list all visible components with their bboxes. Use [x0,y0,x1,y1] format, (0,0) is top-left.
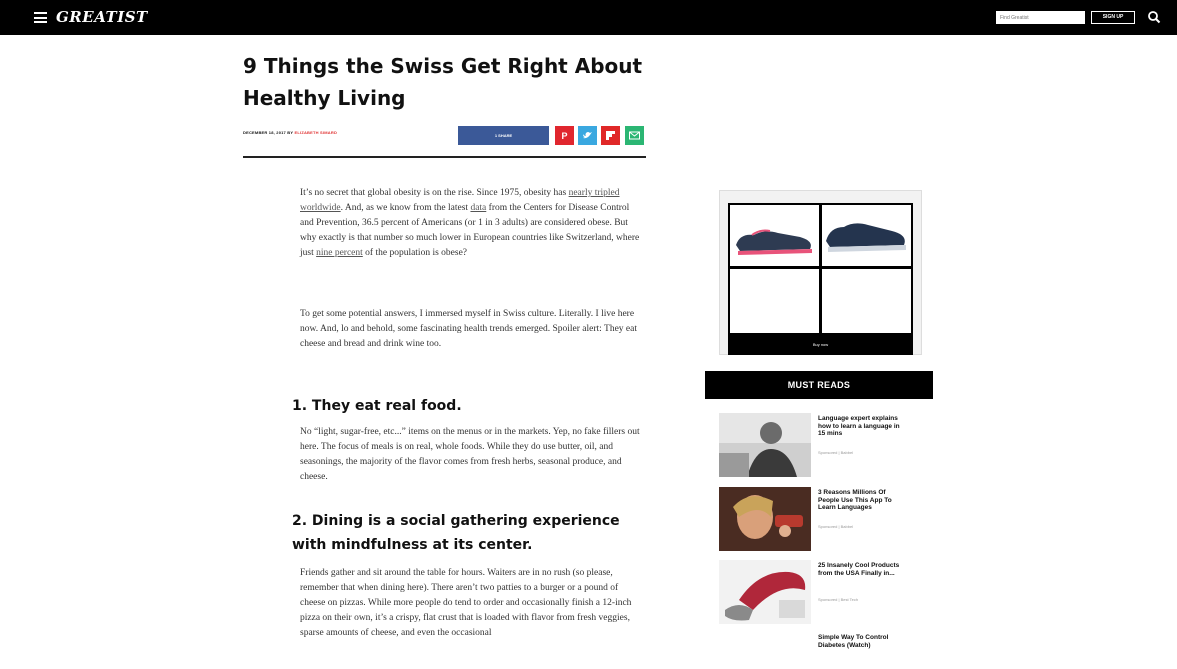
data-link[interactable]: data [470,203,486,213]
article-date: DECEMBER 18, 2017 [243,130,286,135]
must-read-thumbnail [719,560,811,624]
ad-shoe-pink [730,205,819,266]
email-share-button[interactable] [625,126,644,145]
byline-by: BY [287,130,294,135]
must-reads-header: MUST READS [705,371,933,399]
ad-shoe-navy [822,205,911,266]
flipboard-share-button[interactable] [601,126,620,145]
section-body-2: Friends gather and sit around the table … [300,568,632,638]
author-link[interactable]: ELIZABETH SIMARD [295,130,338,135]
must-read-title[interactable]: Simple Way To Control Diabetes (Watch) [818,634,902,649]
must-read-title[interactable]: Language expert explains how to learn a … [818,415,902,438]
top-nav: GREATIST SIGN UP [0,0,1177,35]
ad-footer[interactable]: Buy now [728,336,913,354]
search-input[interactable] [996,11,1085,24]
must-read-sponsor: Sponsored | Best Tech [818,597,859,602]
article-meta: DECEMBER 18, 2017 BY ELIZABETH SIMARD [243,130,337,135]
must-read-item[interactable]: Language expert explains how to learn a … [719,413,933,479]
intro-text-1: It’s no secret that global obesity is on… [300,188,569,198]
nine-percent-link[interactable]: nine percent [316,248,363,258]
must-read-item[interactable]: 25 Insanely Cool Products from the USA F… [719,560,933,626]
article-title: 9 Things the Swiss Get Right About Healt… [243,54,643,110]
pinterest-icon: P [555,126,574,145]
pinterest-share-button[interactable]: P [555,126,574,145]
twitter-share-button[interactable] [578,126,597,145]
signup-button[interactable]: SIGN UP [1091,11,1135,24]
intro-text-2: . And, as we know from the latest [340,203,471,213]
svg-text:P: P [561,131,567,141]
header-divider [243,156,646,158]
intro-text-4: of the population is obese? [362,248,468,258]
must-read-item[interactable]: 3 Reasons Millions Of People Use This Ap… [719,487,933,553]
email-icon [625,126,644,145]
hamburger-menu-icon[interactable] [34,12,47,23]
ad-blank-right [822,269,911,333]
ad-blank-left [730,269,819,333]
must-read-sponsor: Sponsored | Babbel [818,524,854,529]
flipboard-icon [601,126,620,145]
section-heading-2: 2. Dining is a social gathering experien… [292,513,620,553]
section-heading-1: 1. They eat real food. [292,398,462,414]
search-icon[interactable] [1147,10,1161,24]
intro-paragraph: It’s no secret that global obesity is on… [300,186,645,261]
must-read-title[interactable]: 3 Reasons Millions Of People Use This Ap… [818,489,902,512]
second-paragraph: To get some potential answers, I immerse… [300,309,637,349]
site-logo[interactable]: GREATIST [56,8,148,26]
must-read-thumbnail [719,487,811,551]
facebook-share-button[interactable]: 1 SHARE [458,126,549,145]
must-read-thumbnail [719,413,811,477]
shoe-advertisement[interactable]: Buy now [719,190,922,355]
ad-image-grid [728,203,913,355]
must-read-item[interactable]: Simple Way To Control Diabetes (Watch) [719,632,933,669]
must-read-sponsor: Sponsored | Babbel [818,450,854,455]
must-read-title[interactable]: 25 Insanely Cool Products from the USA F… [818,562,902,577]
twitter-icon [578,126,597,145]
section-body-1: No “light, sugar-free, etc...” items on … [300,427,640,482]
